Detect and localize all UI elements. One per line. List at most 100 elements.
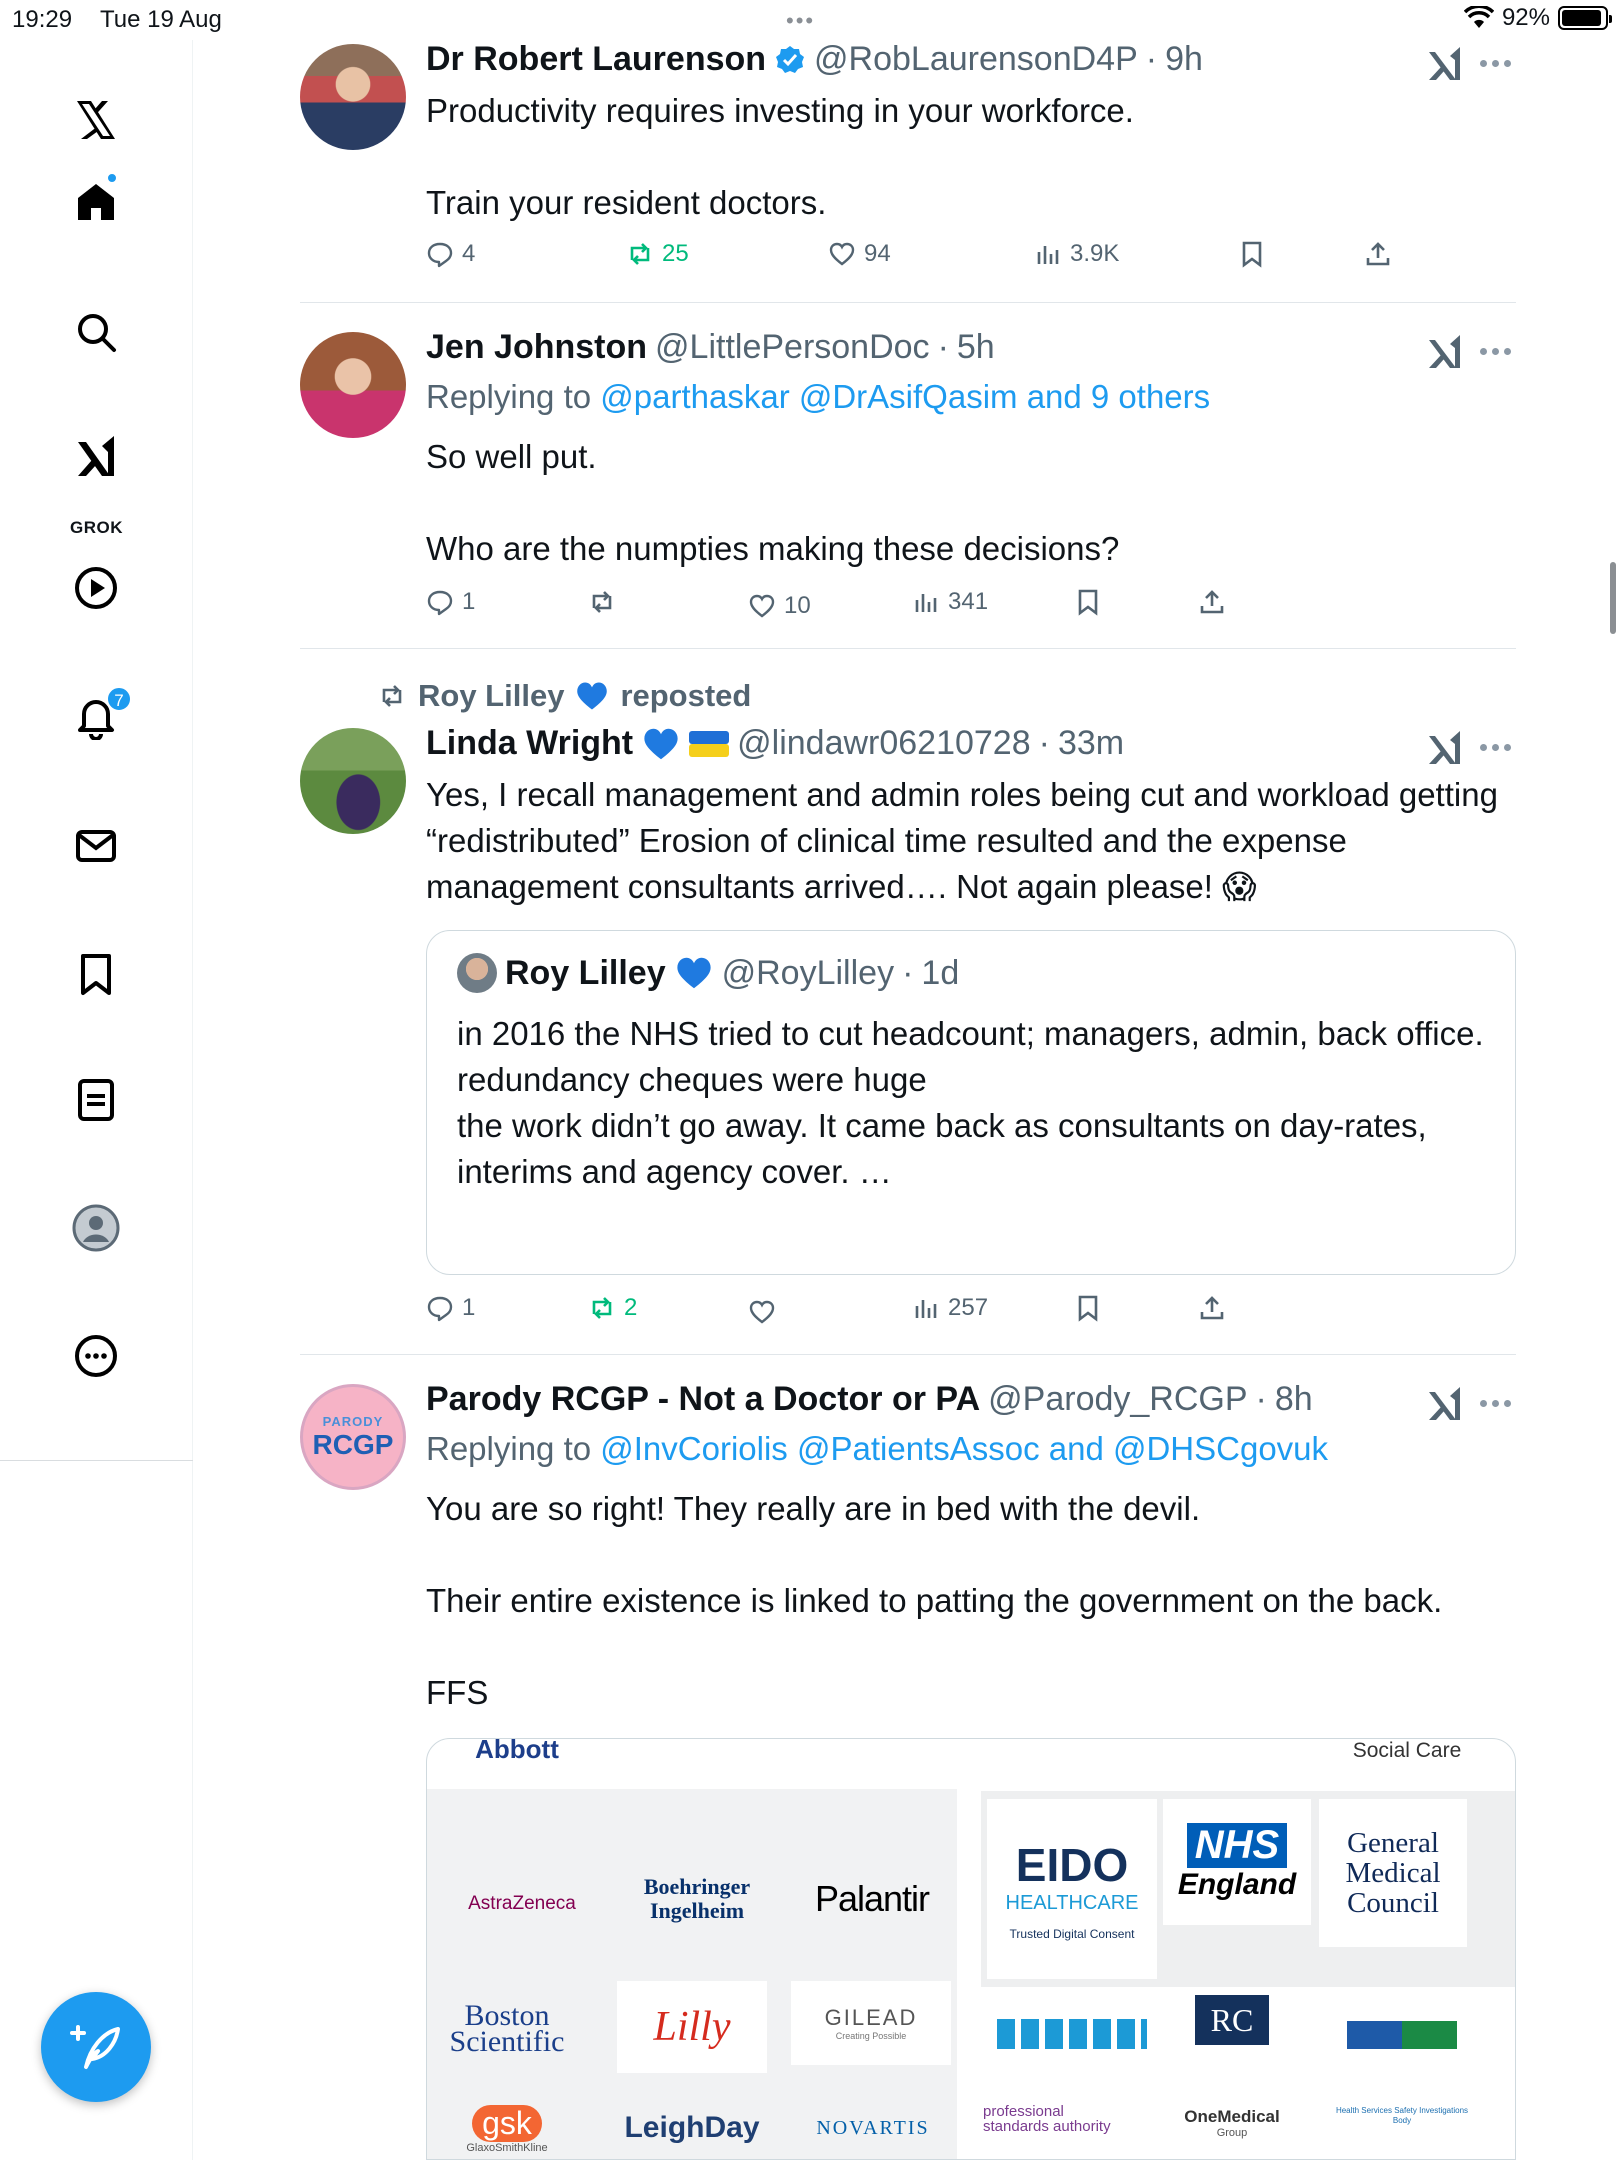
views-button[interactable]: 257 — [912, 1294, 988, 1322]
post-time[interactable]: 8h — [1275, 1380, 1313, 1419]
post-text: Productivity requires investing in your … — [426, 92, 1134, 221]
repost-button[interactable]: 2 — [588, 1294, 637, 1322]
like-count: 94 — [864, 240, 891, 267]
separator-dot: · — [937, 328, 949, 366]
heart-icon — [749, 1300, 775, 1324]
like-button[interactable]: 94 — [828, 240, 891, 268]
compose-post-button[interactable] — [41, 1992, 151, 2102]
gilead-wordmark: GILEAD — [824, 2005, 918, 2030]
hssib-logo: Health Services Safety Investigations Bo… — [1335, 2106, 1469, 2125]
separator-dot: · — [902, 953, 914, 992]
x-logo-icon[interactable] — [66, 90, 126, 150]
video-play-icon[interactable] — [66, 558, 126, 618]
post-text: You are so right! They really are in bed… — [426, 1490, 1443, 1711]
quoted-avatar — [457, 953, 497, 993]
nhs-england-logo: NHS England — [1163, 1799, 1311, 1925]
separator-dot: · — [1255, 1380, 1267, 1418]
quoted-post[interactable]: Roy Lilley @RoyLilley · 1d in 2016 the N… — [426, 930, 1516, 1275]
bookmark-button[interactable] — [1238, 240, 1266, 268]
repost-button[interactable]: 25 — [626, 240, 689, 268]
bookmark-button[interactable] — [1074, 588, 1102, 616]
replying-to: Replying to @InvCoriolis @PatientsAssoc … — [426, 1430, 1328, 1468]
author-name[interactable]: Parody RCGP - Not a Doctor or PA — [426, 1380, 980, 1419]
avatar[interactable] — [300, 332, 406, 438]
post-time[interactable]: 33m — [1058, 724, 1124, 763]
boehringer-logo: Boehringer Ingelheim — [643, 1874, 751, 1923]
share-button[interactable] — [1198, 1294, 1226, 1322]
avatar[interactable] — [300, 728, 406, 834]
more-menu-icon[interactable] — [1480, 58, 1514, 68]
views-bar-chart-icon — [1037, 246, 1059, 264]
blue-heart-emoji-icon — [676, 957, 711, 989]
more-menu-icon[interactable] — [1480, 1398, 1514, 1408]
multitasking-dots-icon[interactable]: ••• — [786, 8, 815, 34]
more-menu-icon[interactable] — [1480, 742, 1514, 752]
heart-icon — [749, 594, 775, 618]
author-handle[interactable]: @RobLaurensonD4P — [814, 40, 1138, 79]
search-icon[interactable] — [66, 302, 126, 362]
view-count: 257 — [948, 1294, 989, 1321]
gsk-wordmark: gsk — [472, 2104, 542, 2142]
gsk-logo: gsk GlaxoSmithKline — [427, 2097, 587, 2159]
post-image[interactable]: Abbott Social Care AstraZeneca Boehringe… — [426, 1738, 1516, 2160]
bookmarks-icon[interactable] — [66, 944, 126, 1004]
bookmark-button[interactable] — [1074, 1294, 1102, 1322]
share-button[interactable] — [1364, 240, 1392, 268]
bookmark-icon — [1078, 1295, 1098, 1322]
like-button[interactable]: 10 — [748, 592, 811, 620]
views-button[interactable]: 341 — [912, 588, 988, 616]
rc-logo: RC — [1195, 1995, 1269, 2045]
reply-icon — [427, 242, 453, 268]
author-handle[interactable]: @LittlePersonDoc — [655, 328, 930, 367]
lists-icon[interactable] — [66, 1070, 126, 1130]
author-name[interactable]: Dr Robert Laurenson — [426, 40, 766, 79]
reply-button[interactable]: 4 — [426, 240, 475, 268]
eido-sub: HEALTHCARE — [1005, 1891, 1139, 1914]
psa-logo: professional standards authority — [983, 2103, 1111, 2135]
replying-to-mentions[interactable]: @InvCoriolis @PatientsAssoc and @DHSCgov… — [600, 1430, 1328, 1467]
onemedical-wordmark: OneMedical — [1184, 2107, 1280, 2126]
wifi-icon — [1463, 6, 1494, 28]
post-time[interactable]: 9h — [1165, 40, 1203, 79]
reply-count: 1 — [462, 1294, 476, 1321]
repost-count: 2 — [624, 1294, 638, 1321]
author-name[interactable]: Linda Wright — [426, 724, 633, 763]
author-handle[interactable]: @Parody_RCGP — [988, 1380, 1247, 1419]
repost-button[interactable] — [588, 588, 616, 616]
abbott-logo: Abbott — [475, 1738, 559, 1764]
tweet-header: Linda Wright @lindawr06210728 · 33m — [426, 724, 1124, 763]
grok-icon[interactable] — [66, 426, 126, 486]
onemedical-logo: OneMedical Group — [1157, 2095, 1307, 2151]
grok-explain-icon[interactable] — [1426, 332, 1464, 370]
reply-button[interactable]: 1 — [426, 588, 475, 616]
avatar[interactable]: PARODY RCGP — [300, 1384, 406, 1490]
avatar[interactable] — [300, 44, 406, 150]
quoted-author-name: Roy Lilley — [505, 953, 666, 992]
reply-button[interactable]: 1 — [426, 1294, 475, 1322]
post-text: So well put. Who are the numpties making… — [426, 438, 1120, 567]
grok-explain-icon[interactable] — [1426, 728, 1464, 766]
messages-envelope-icon[interactable] — [66, 816, 126, 876]
more-options-icon[interactable] — [66, 1326, 126, 1386]
post-time[interactable]: 5h — [957, 328, 995, 367]
battery-icon — [1558, 6, 1612, 30]
leigh-day-logo: LeighDay — [624, 2111, 760, 2144]
post-divider — [300, 648, 1516, 649]
grok-explain-icon[interactable] — [1426, 1384, 1464, 1422]
author-name[interactable]: Jen Johnston — [426, 328, 647, 367]
repost-icon — [592, 591, 612, 613]
replying-to-mentions[interactable]: @parthaskar @DrAsifQasim and 9 others — [600, 378, 1210, 415]
grok-explain-icon[interactable] — [1426, 44, 1464, 82]
like-count: 10 — [784, 592, 811, 619]
author-handle[interactable]: @lindawr06210728 — [737, 724, 1031, 763]
reposter-name[interactable]: Roy Lilley — [418, 678, 564, 714]
more-menu-icon[interactable] — [1480, 346, 1514, 356]
profile-avatar-icon[interactable] — [66, 1198, 126, 1258]
share-button[interactable] — [1198, 588, 1226, 616]
blue-heart-emoji-icon — [577, 682, 608, 710]
scrollbar-thumb[interactable] — [1610, 562, 1616, 634]
post-actions: 1 10 341 — [426, 588, 1406, 628]
views-button[interactable]: 3.9K — [1034, 240, 1119, 268]
like-button[interactable] — [748, 1298, 776, 1326]
post-actions: 4 25 94 3.9K — [426, 240, 1406, 280]
